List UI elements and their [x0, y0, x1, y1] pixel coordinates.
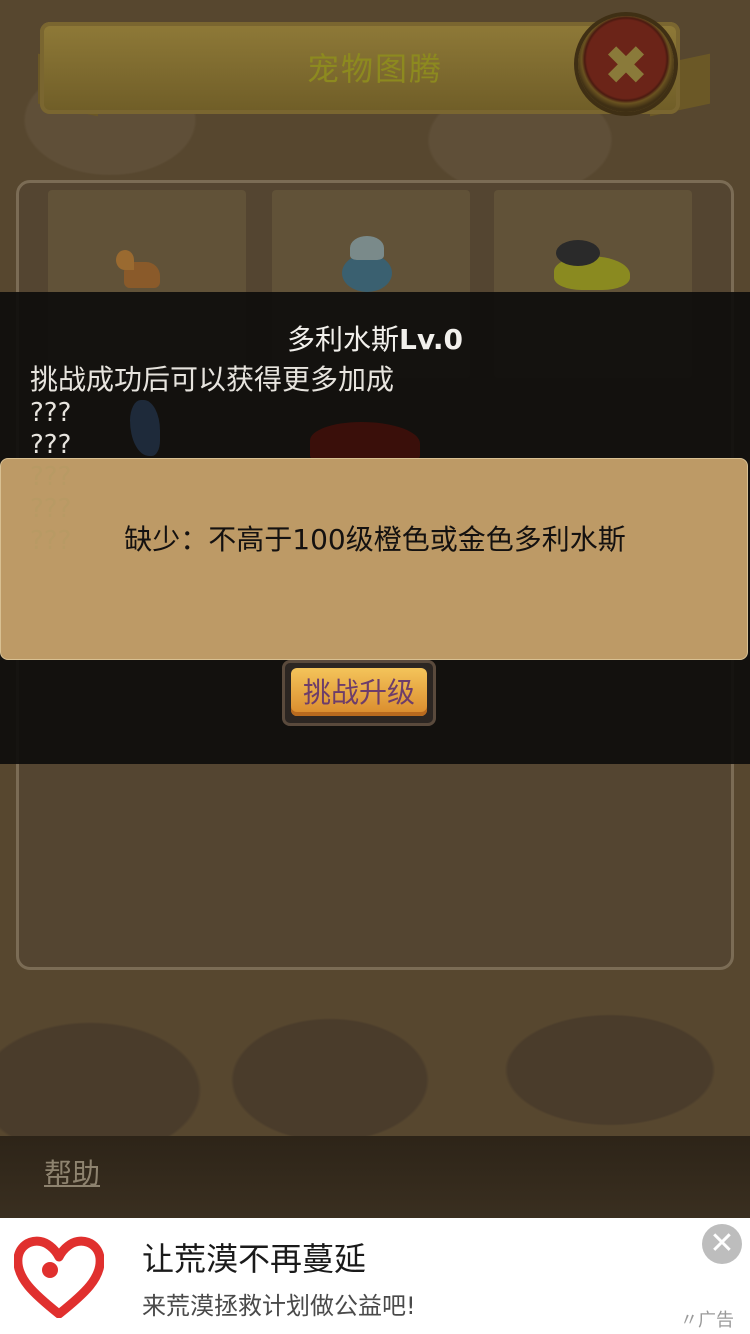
ad-tag-label: 广告 [698, 1310, 734, 1331]
close-icon: ✖ [603, 34, 649, 97]
ad-close-icon[interactable]: ✕ [702, 1224, 742, 1264]
close-button[interactable]: ✖ [578, 16, 674, 112]
requirement-message: 缺少：不高于100级橙色或金色多利水斯 [124, 523, 626, 556]
bonus-line: ??? [30, 398, 72, 428]
challenge-upgrade-button[interactable]: 挑战升级 [282, 660, 436, 726]
fox-pet-icon [116, 250, 166, 294]
heart-logo-icon [14, 1236, 104, 1318]
requirement-dialog [0, 458, 748, 660]
ad-title[interactable]: 让荒漠不再蔓延 [142, 1234, 366, 1280]
hedgehog-pet-icon [336, 236, 400, 296]
turtle-pet-icon [546, 238, 632, 294]
bottom-bar [0, 1136, 750, 1218]
pet-level: Lv.0 [399, 323, 463, 356]
ad-tag: 〃广告 [680, 1306, 734, 1332]
ad-brand-icon: 〃 [680, 1310, 698, 1331]
pet-info-title: 多利水斯Lv.0 [0, 318, 750, 358]
dragon-pet-silhouette [310, 422, 420, 462]
challenge-upgrade-label: 挑战升级 [291, 668, 427, 716]
help-link[interactable]: 帮助 [44, 1152, 100, 1192]
bonus-line: ??? [30, 430, 72, 460]
pet-bonus-description: 挑战成功后可以获得更多加成 [30, 363, 395, 396]
ad-subtitle[interactable]: 来荒漠拯救计划做公益吧! [142, 1286, 416, 1321]
bonus-line: ??? [30, 462, 72, 492]
pet-name: 多利水斯 [287, 323, 400, 356]
